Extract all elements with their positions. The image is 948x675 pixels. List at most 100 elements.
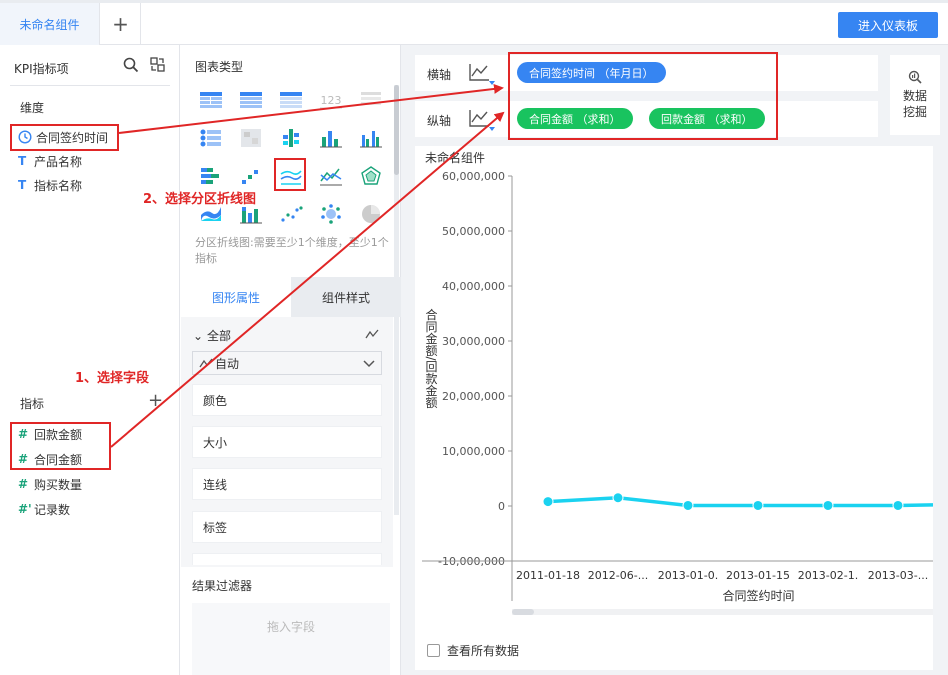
top-bar: 未命名组件 + 进入仪表板 [0, 0, 948, 45]
x-tick-label: 2011-01-18 [516, 569, 580, 582]
scrollbar-thumb[interactable] [394, 85, 399, 175]
area-chart-icon[interactable] [199, 203, 223, 225]
metric-label: 回款金额 [34, 427, 83, 442]
y-tick-label: 10,000,000 [442, 445, 505, 458]
metric-title: 指标 [20, 397, 45, 411]
multi-bar-chart-icon[interactable] [359, 127, 383, 149]
bar-chart-icon[interactable] [319, 127, 343, 149]
text-type-icon: T [18, 154, 27, 168]
series-point [612, 492, 624, 504]
chevron-down-icon [363, 360, 375, 368]
number-type-icon: # [18, 452, 29, 466]
dimension-item-indicator-name[interactable]: T 指标名称 [18, 176, 82, 194]
detail-table-icon[interactable] [279, 89, 303, 111]
table-icon[interactable] [199, 89, 223, 111]
line-chart[interactable]: 60,000,000 50,000,000 40,000,000 30,000,000… [415, 166, 933, 616]
property-more[interactable] [192, 553, 382, 565]
metric-item-payment-amount[interactable]: # 回款金额 [18, 425, 82, 443]
all-label: 全部 [207, 329, 232, 343]
x-tick-label: 2013-01-0. [658, 569, 718, 582]
metric-item-contract-amount[interactable]: # 合同金额 [18, 450, 82, 468]
stacked-bar-icon[interactable] [199, 165, 223, 187]
stacked-column-icon[interactable] [239, 203, 263, 225]
result-filter-dropzone[interactable]: 拖入字段 [192, 603, 390, 675]
x-scrollbar [512, 609, 933, 615]
view-all-label: 查看所有数据 [447, 644, 520, 658]
metric-label: 合同金额 [34, 452, 83, 467]
property-tabs: 图形属性 组件样式 [181, 277, 401, 317]
mining-line1: 数据 [902, 89, 927, 103]
dot-list-icon[interactable] [199, 127, 223, 149]
all-series-row[interactable]: ⌄ 全部 [193, 327, 383, 344]
area-line-chart-icon[interactable] [279, 165, 303, 187]
metric-item-record-count[interactable]: #' 记录数 [18, 500, 70, 518]
property-size[interactable]: 大小 [192, 426, 382, 458]
chart-title: 未命名组件 [425, 151, 486, 165]
series-point [682, 499, 694, 511]
line-type-icon [365, 329, 379, 339]
result-filter-title: 结果过滤器 [192, 579, 253, 593]
x-tick-label: 2013-02-1. [798, 569, 858, 582]
y-axis-title: 合同金额/回款金额 [424, 307, 438, 409]
chart-type-title: 图表类型 [195, 60, 244, 74]
data-mining-button[interactable]: 数据 挖掘 [890, 55, 940, 135]
tab-component-style[interactable]: 组件样式 [291, 277, 401, 317]
checkbox-icon[interactable] [427, 644, 440, 657]
axis-chart-icon[interactable] [467, 61, 495, 85]
search-icon[interactable] [123, 57, 139, 73]
x-tick-label: 2013-01-15 [726, 569, 790, 582]
chart-area: 横轴 合同签约时间 （年月日） 纵轴 合同金额 （求和） 回款金额 （求和） 数… [401, 45, 948, 675]
cross-table-icon[interactable] [239, 89, 263, 111]
grouped-bar-icon[interactable] [279, 127, 303, 149]
number-type-icon: # [18, 477, 29, 491]
disabled-table-icon[interactable] [359, 89, 383, 111]
metric-label: 记录数 [34, 502, 71, 517]
number-type-icon: # [18, 427, 29, 441]
radar-chart-icon[interactable] [359, 165, 383, 187]
y-axis-label: 纵轴 [427, 114, 452, 128]
divider [10, 85, 170, 86]
dimension-label: 产品名称 [34, 154, 83, 169]
x-axis-title: 合同签约时间 [722, 588, 794, 603]
view-all-data-checkbox[interactable]: 查看所有数据 [427, 642, 519, 659]
field-panel: KPI指标项 维度 合同签约时间 T 产品名称 T 指标名称 指标 + # 回款… [0, 45, 180, 675]
x-field-pill-contract-date[interactable]: 合同签约时间 （年月日） [517, 62, 666, 83]
y-field-pill-payment-amount[interactable]: 回款金额 （求和） [649, 108, 765, 129]
property-color[interactable]: 颜色 [192, 384, 382, 416]
multi-line-chart-icon[interactable] [319, 165, 343, 187]
bubble-chart-icon[interactable] [319, 203, 343, 225]
line-type-icon [199, 358, 213, 368]
number-type-icon: #' [18, 502, 32, 516]
y-axis-shelf[interactable]: 纵轴 合同金额 （求和） 回款金额 （求和） [415, 101, 878, 137]
metric-label: 购买数量 [34, 477, 83, 492]
dimension-item-product-name[interactable]: T 产品名称 [18, 152, 82, 170]
scatter-chart-icon[interactable] [279, 203, 303, 225]
x-tick-label: 2012-06-... [588, 569, 648, 582]
step-bar-icon[interactable] [239, 165, 263, 187]
enter-dashboard-button[interactable]: 进入仪表板 [838, 12, 938, 38]
mining-line2: 挖掘 [902, 105, 927, 119]
property-connect-line[interactable]: 连线 [192, 468, 382, 500]
metric-item-purchase-quantity[interactable]: # 购买数量 [18, 475, 82, 493]
x-scrollbar-thumb [512, 609, 534, 615]
y-field-pill-contract-amount[interactable]: 合同金额 （求和） [517, 108, 633, 129]
add-tab-button[interactable]: + [101, 3, 141, 45]
line-type-select[interactable]: 自动 [192, 351, 382, 375]
add-metric-button[interactable]: + [148, 390, 163, 411]
chart-preview-panel: 未命名组件 60,000,000 50,000,000 40,000,000 30,0… [415, 146, 933, 670]
tab-unnamed-component[interactable]: 未命名组件 [0, 3, 100, 45]
dimension-item-contract-date[interactable]: 合同签约时间 [18, 128, 108, 146]
series-point [752, 499, 764, 511]
axis-chart-icon[interactable] [467, 107, 495, 131]
kpi-title: KPI指标项 [14, 62, 69, 76]
y-tick-label: 60,000,000 [442, 170, 505, 183]
y-tick-label: 50,000,000 [442, 225, 505, 238]
pie-chart-icon[interactable] [359, 203, 383, 225]
heatmap-icon[interactable] [239, 127, 263, 149]
y-tick-label: 0 [498, 500, 505, 513]
kpi-number-icon[interactable]: 123 [319, 89, 343, 111]
x-axis-shelf[interactable]: 横轴 合同签约时间 （年月日） [415, 55, 878, 91]
switch-view-icon[interactable] [150, 57, 165, 72]
property-label[interactable]: 标签 [192, 511, 382, 543]
tab-graphic-properties[interactable]: 图形属性 [181, 277, 291, 317]
